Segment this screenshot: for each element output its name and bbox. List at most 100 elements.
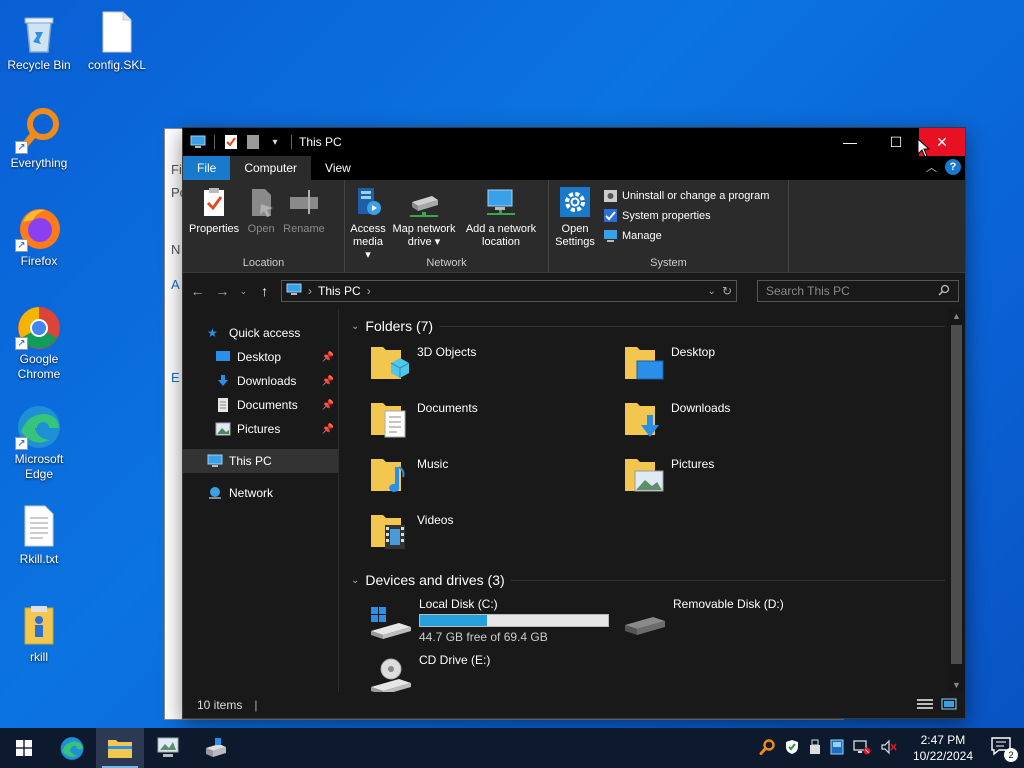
network-status-icon[interactable]: [853, 739, 871, 758]
scroll-down-arrow-icon[interactable]: ▼: [948, 678, 965, 692]
refresh-icon[interactable]: ↻: [722, 284, 732, 298]
tab-view[interactable]: View: [311, 156, 365, 180]
customize-toolbar-icon[interactable]: ▾: [266, 134, 284, 150]
taskbar-edge-button[interactable]: [48, 728, 96, 768]
folder-item-documents[interactable]: Documents: [369, 397, 623, 453]
map-network-drive-button[interactable]: Map network drive ▾: [389, 186, 459, 254]
manage-button[interactable]: Manage: [603, 228, 769, 243]
scroll-up-arrow-icon[interactable]: ▲: [948, 309, 965, 323]
taskbar-file-explorer-button[interactable]: [96, 728, 144, 768]
address-dropdown-icon[interactable]: ⌄: [708, 286, 716, 297]
tab-file[interactable]: File: [183, 156, 231, 180]
firefox-icon: ↗: [15, 204, 63, 252]
search-input[interactable]: Search This PC: [757, 280, 959, 302]
storage-icon[interactable]: [830, 739, 844, 758]
scrollbar-thumb[interactable]: [951, 325, 962, 664]
collapse-ribbon-icon[interactable]: ︿: [926, 159, 937, 175]
desktop-icon-label: rkill: [30, 650, 48, 664]
desktop-icon-everything[interactable]: ↗ Everything: [0, 106, 78, 171]
desktop-icon-config-skl[interactable]: config.SKL: [78, 8, 156, 73]
nav-item-this-pc[interactable]: This PC: [183, 449, 338, 473]
nav-item-quick-access[interactable]: ★ Quick access: [183, 321, 338, 345]
nav-item-network[interactable]: Network: [183, 481, 338, 505]
taskbar-app-button[interactable]: [144, 728, 192, 768]
system-properties-button[interactable]: System properties: [603, 208, 769, 223]
details-view-icon[interactable]: [917, 698, 933, 713]
nav-item-label: This PC: [229, 454, 272, 468]
collapse-chevron-icon[interactable]: ⌄: [351, 575, 359, 586]
start-button[interactable]: [0, 728, 48, 768]
desktop-icon-recycle-bin[interactable]: Recycle Bin: [0, 8, 78, 73]
vertical-scrollbar[interactable]: ▲ ▼: [948, 309, 965, 692]
drives-group-header[interactable]: ⌄ Devices and drives (3): [351, 569, 965, 591]
folder-item-music[interactable]: Music: [369, 453, 623, 509]
volume-muted-icon[interactable]: [880, 739, 898, 758]
pin-icon[interactable]: 📌: [322, 352, 334, 363]
pin-icon[interactable]: 📌: [322, 376, 334, 387]
rename-label: Rename: [283, 223, 325, 235]
system-properties-label: System properties: [622, 209, 711, 222]
help-icon[interactable]: ?: [945, 159, 961, 175]
title-bar[interactable]: ▾ This PC — ☐ ✕: [183, 128, 965, 156]
folder-item-downloads[interactable]: Downloads: [623, 397, 877, 453]
add-network-location-button[interactable]: Add a network location: [461, 186, 541, 254]
folder-item-videos[interactable]: Videos: [369, 509, 623, 565]
new-folder-icon[interactable]: [244, 134, 262, 150]
clock[interactable]: 2:47 PM 10/22/2024: [913, 732, 973, 764]
folder-item-pictures[interactable]: Pictures: [623, 453, 877, 509]
rename-button[interactable]: Rename: [281, 186, 327, 254]
documents-icon: [215, 398, 231, 412]
usb-device-icon[interactable]: [809, 739, 821, 758]
folder-item-desktop[interactable]: Desktop: [623, 341, 877, 397]
security-shield-icon[interactable]: [784, 739, 800, 758]
open-button[interactable]: Open: [243, 186, 279, 254]
folders-group-header[interactable]: ⌄ Folders (7): [351, 315, 965, 337]
folder-item-3d-objects[interactable]: 3D Objects: [369, 341, 623, 397]
drive-item-d[interactable]: Removable Disk (D:): [623, 597, 877, 653]
action-center-button[interactable]: 2: [990, 736, 1018, 762]
properties-button[interactable]: Properties: [187, 186, 241, 254]
desktop-icon-rkill[interactable]: rkill: [0, 600, 78, 665]
nav-item-desktop[interactable]: Desktop 📌: [183, 345, 338, 369]
breadcrumb-this-pc[interactable]: This PC: [318, 284, 361, 298]
tab-computer[interactable]: Computer: [230, 156, 312, 180]
desktop-icon-chrome[interactable]: ↗ Google Chrome: [0, 302, 78, 382]
pin-icon[interactable]: 📌: [322, 424, 334, 435]
access-media-button[interactable]: Access media ▾: [349, 186, 387, 261]
taskbar-installer-button[interactable]: [192, 728, 240, 768]
search-icon: [938, 284, 950, 299]
desktop-icon-firefox[interactable]: ↗ Firefox: [0, 204, 78, 269]
chrome-icon: ↗: [15, 302, 63, 350]
collapse-chevron-icon[interactable]: ⌄: [351, 321, 359, 332]
address-bar[interactable]: › This PC › ⌄ ↻: [281, 280, 737, 302]
nav-item-pictures[interactable]: Pictures 📌: [183, 417, 338, 441]
maximize-button[interactable]: ☐: [873, 128, 919, 156]
divider: [439, 325, 945, 327]
back-arrow-icon[interactable]: ←: [189, 283, 206, 299]
forward-arrow-icon[interactable]: →: [214, 283, 231, 299]
uninstall-program-button[interactable]: Uninstall or change a program: [603, 188, 769, 203]
minimize-button[interactable]: —: [827, 128, 873, 156]
drive-item-c[interactable]: Local Disk (C:) 44.7 GB free of 69.4 GB: [369, 597, 623, 653]
shortcut-arrow-icon: ↗: [15, 239, 28, 252]
status-bar: 10 items |: [183, 692, 965, 718]
nav-item-label: Quick access: [229, 326, 301, 340]
open-settings-button[interactable]: Open Settings: [553, 186, 597, 254]
up-arrow-icon[interactable]: ↑: [256, 283, 273, 299]
edge-icon: ↗: [15, 402, 63, 450]
map-network-drive-label: Map network drive ▾: [392, 223, 456, 248]
pin-icon[interactable]: 📌: [322, 400, 334, 411]
map-network-drive-icon: [408, 186, 440, 218]
desktop-icon-rkill-txt[interactable]: Rkill.txt: [0, 502, 78, 567]
nav-item-downloads[interactable]: Downloads 📌: [183, 369, 338, 393]
everything-tray-icon[interactable]: [759, 738, 775, 758]
recent-locations-chevron-icon[interactable]: ⌄: [239, 286, 248, 297]
folder-name: Pictures: [671, 457, 715, 471]
desktop-icon-edge[interactable]: ↗ Microsoft Edge: [0, 402, 78, 482]
nav-item-documents[interactable]: Documents 📌: [183, 393, 338, 417]
ribbon-group-network: Access media ▾ Map network drive ▾ Add a…: [345, 180, 549, 272]
shortcut-arrow-icon: ↗: [15, 337, 28, 350]
large-icons-view-icon[interactable]: [941, 698, 957, 713]
installer-icon: [206, 738, 226, 757]
properties-icon[interactable]: [222, 134, 240, 150]
